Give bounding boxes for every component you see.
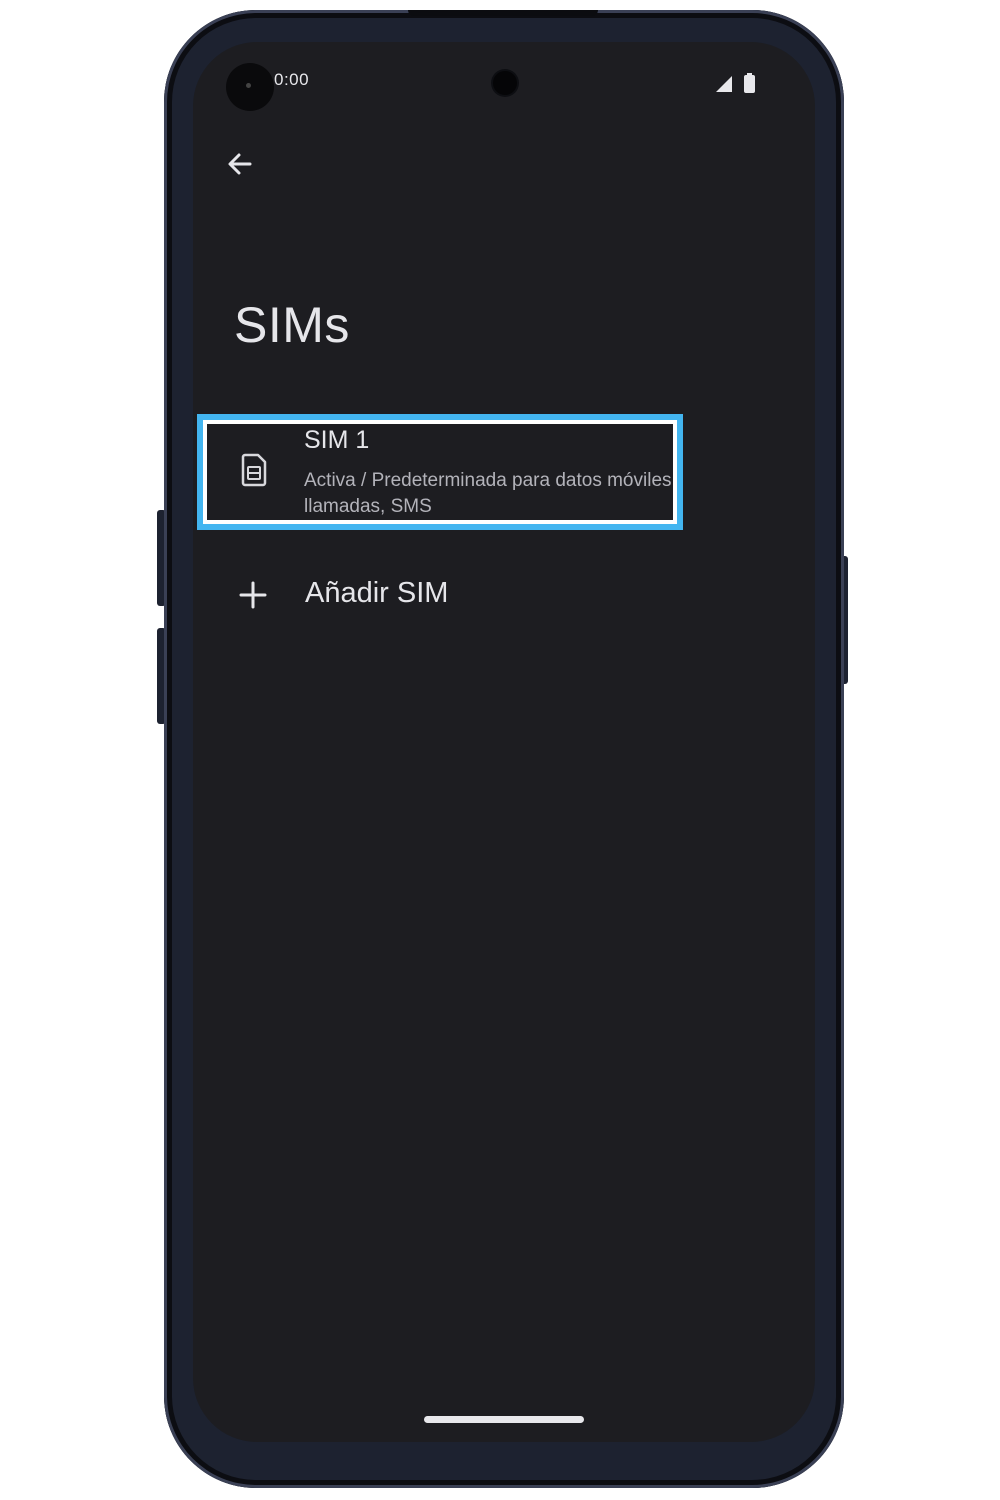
status-time: 0:00 xyxy=(274,70,310,89)
sim-1-subtitle: Activa / Predeterminada para datos móvil… xyxy=(304,470,677,517)
phone-screen xyxy=(193,42,815,1442)
status-icons xyxy=(716,73,755,93)
plus-icon xyxy=(239,581,267,609)
stage: 0:00 SIMs SIM 1 Activa / Predeterminada … xyxy=(0,0,1000,1500)
camera-lens-icon xyxy=(246,83,251,88)
add-sim-label: Añadir SIM xyxy=(305,577,449,609)
battery-cap xyxy=(747,73,752,76)
page-title: SIMs xyxy=(234,297,350,353)
battery-icon xyxy=(744,75,755,93)
punch-hole-camera xyxy=(493,71,517,95)
signal-icon xyxy=(716,76,732,92)
sim-card-icon xyxy=(241,453,267,487)
gesture-nav-handle[interactable] xyxy=(424,1416,584,1423)
arrow-back-icon[interactable] xyxy=(216,140,264,188)
speaker-grille xyxy=(408,10,598,16)
sim-1-title: SIM 1 xyxy=(304,426,370,454)
